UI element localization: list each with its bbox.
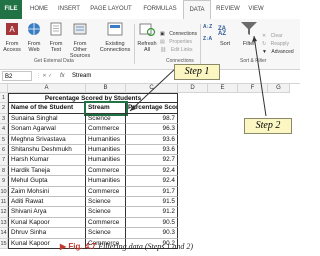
caption-text: Filtering data (Steps 1 and 2) xyxy=(98,242,194,251)
step1-arrow xyxy=(129,67,177,112)
figure-caption: ▶ Fig. 4.7 Filtering data (Steps 1 and 2… xyxy=(60,242,193,251)
step2-arrow xyxy=(253,35,267,117)
caption-marker-icon: ▶ xyxy=(60,242,67,251)
figure-number: Fig. 4.7 xyxy=(68,242,96,251)
step2-arrowhead xyxy=(252,36,257,42)
step2-callout: Step 2 xyxy=(244,118,292,134)
step1-callout: Step 1 xyxy=(174,64,220,80)
